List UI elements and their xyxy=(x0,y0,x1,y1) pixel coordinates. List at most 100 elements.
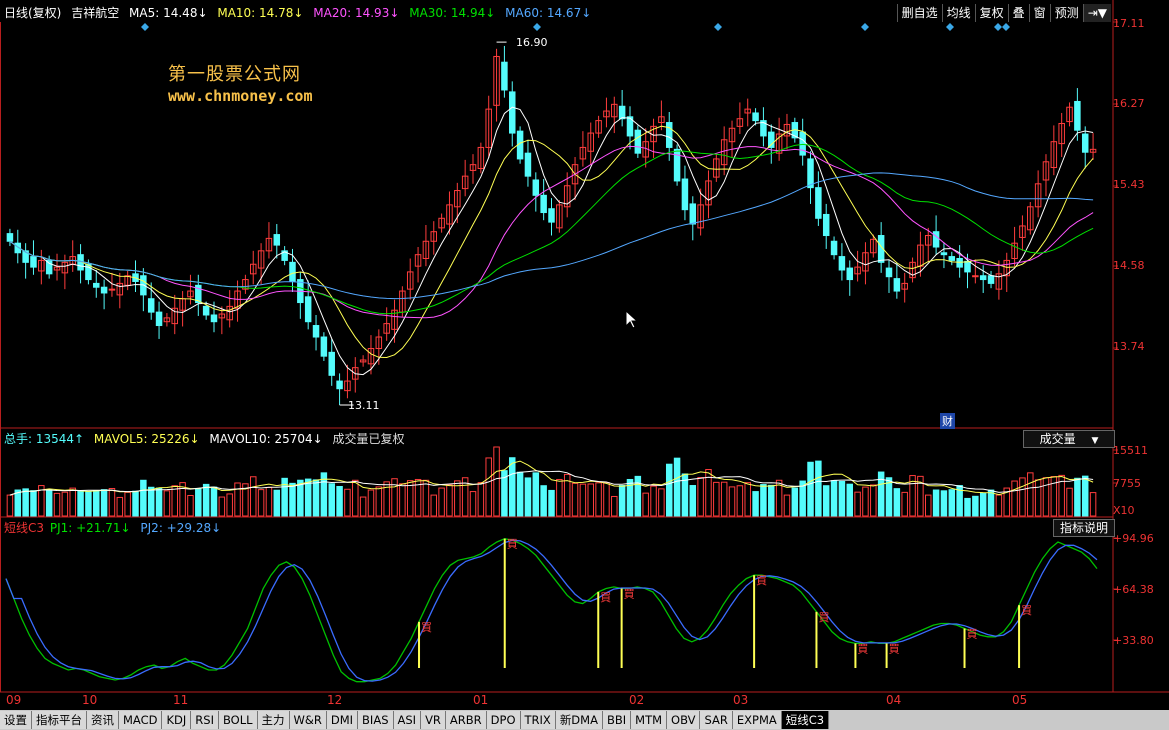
volume-bar xyxy=(901,491,908,517)
event-diamond-icon xyxy=(141,23,149,31)
volume-tick-label: 15511 xyxy=(1113,444,1148,457)
price-tick-label: 17.11 xyxy=(1113,17,1145,30)
volume-bar xyxy=(807,461,814,517)
tab-rsi[interactable]: RSI xyxy=(191,711,219,729)
volume-bar xyxy=(336,486,343,517)
volume-bar xyxy=(446,484,453,517)
volume-bar xyxy=(642,492,649,517)
tab-info[interactable]: 资讯 xyxy=(87,711,119,729)
volume-bar xyxy=(768,484,775,517)
candle-body xyxy=(155,311,163,327)
volume-indicator-select[interactable]: 成交量 ▼ xyxy=(1023,430,1115,448)
candle-body xyxy=(893,278,901,292)
volume-bar xyxy=(155,487,163,517)
candle-body xyxy=(956,258,963,268)
x-tick-label: 04 xyxy=(886,693,902,707)
volume-tick-label: 7755 xyxy=(1113,477,1141,490)
tab-arbr[interactable]: ARBR xyxy=(445,711,487,729)
candle-body xyxy=(524,152,532,177)
volume-bar xyxy=(650,485,657,517)
tab-mtm[interactable]: MTM xyxy=(631,711,668,729)
indicator-tick-label: +94.96 xyxy=(1113,532,1154,545)
volume-bar xyxy=(736,485,744,517)
chart-canvas[interactable]: 買買買 買買買買 買買買 xyxy=(0,0,1169,710)
tab-dmi[interactable]: DMI xyxy=(326,711,359,729)
tab-obv[interactable]: OBV xyxy=(667,711,701,729)
volume-bar xyxy=(665,463,673,517)
candle-body xyxy=(304,296,312,323)
volume-bar xyxy=(964,497,971,517)
tab-bbi[interactable]: BBI xyxy=(602,711,632,729)
volume-bar xyxy=(972,495,979,517)
volume-bar xyxy=(163,490,171,517)
volume-bar xyxy=(265,486,273,517)
tab-wr[interactable]: W&R xyxy=(289,711,327,729)
volume-bar xyxy=(815,460,822,517)
tab-asi[interactable]: ASI xyxy=(393,711,422,729)
volume-bar xyxy=(1011,480,1018,517)
volume-bar xyxy=(728,486,736,517)
indicator-tick-label: +33.80 xyxy=(1113,634,1154,647)
tab-macd[interactable]: MACD xyxy=(119,711,163,729)
candle-body xyxy=(509,91,516,134)
volume-bar xyxy=(218,496,226,517)
volume-bar xyxy=(783,494,791,517)
candle-body xyxy=(202,305,210,316)
volume-bar xyxy=(1034,479,1042,517)
candle-body xyxy=(100,286,108,294)
buy-signal-label: 買 xyxy=(889,642,900,655)
indicator-help-button[interactable]: 指标说明 xyxy=(1053,519,1115,537)
tab-kdj[interactable]: KDJ xyxy=(162,711,192,729)
volume-bar xyxy=(524,477,532,517)
tab-expma[interactable]: EXPMA xyxy=(732,711,782,729)
tab-main-force[interactable]: 主力 xyxy=(257,711,290,729)
volume-bar xyxy=(862,486,869,517)
volume-bar xyxy=(556,478,563,517)
volume-bar xyxy=(93,490,100,517)
event-diamond-icon xyxy=(946,23,954,31)
buy-signal-label: 買 xyxy=(818,611,829,624)
tab-new-dma[interactable]: 新DMA xyxy=(555,711,603,729)
volume-bar xyxy=(312,479,320,517)
candle-body xyxy=(30,256,37,268)
volume-bar xyxy=(116,496,124,517)
volume-bar xyxy=(124,491,131,517)
volume-bar xyxy=(658,488,665,517)
candle-body xyxy=(108,288,116,291)
tab-short-c3[interactable]: 短线C3 xyxy=(781,711,830,729)
volume-bar xyxy=(932,489,940,517)
volume-bar xyxy=(752,491,759,517)
candle-body xyxy=(336,380,343,390)
volume-bar xyxy=(540,485,547,517)
volume-bar xyxy=(6,494,14,517)
buy-signal-label: 買 xyxy=(857,642,868,655)
candle-body xyxy=(846,267,854,281)
event-diamond-icon xyxy=(1002,23,1010,31)
tab-sar[interactable]: SAR xyxy=(700,711,733,729)
volume-bar xyxy=(1027,472,1034,517)
volume-bar xyxy=(940,490,948,517)
volume-bar xyxy=(870,484,877,517)
tab-boll[interactable]: BOLL xyxy=(218,711,258,729)
candle-body xyxy=(273,234,281,246)
tab-indicator-platform[interactable]: 指标平台 xyxy=(32,711,87,729)
volume-bar xyxy=(367,489,375,517)
volume-bar xyxy=(289,482,296,517)
volume-bar xyxy=(995,494,1003,517)
volume-bar xyxy=(618,485,626,517)
volume-bar xyxy=(14,489,22,517)
volume-bar xyxy=(987,489,995,517)
buy-signal-label: 買 xyxy=(624,588,635,601)
volume-bar xyxy=(195,487,202,517)
volume-bar xyxy=(579,483,587,517)
candle-body xyxy=(634,129,642,154)
tab-vr[interactable]: VR xyxy=(421,711,446,729)
tab-settings[interactable]: 设置 xyxy=(0,711,32,729)
finance-marker[interactable]: 财 xyxy=(940,413,955,429)
candle-body xyxy=(45,259,53,275)
volume-bar xyxy=(328,483,335,517)
tab-trix[interactable]: TRIX xyxy=(520,711,556,729)
tab-dpo[interactable]: DPO xyxy=(486,711,521,729)
volume-bar xyxy=(257,489,265,517)
tab-bias[interactable]: BIAS xyxy=(358,711,394,729)
